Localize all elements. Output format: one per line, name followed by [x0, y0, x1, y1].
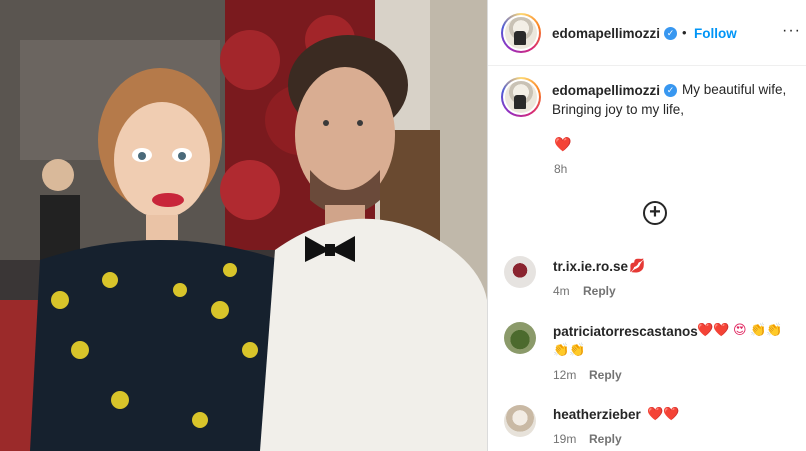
- reply-button[interactable]: Reply: [583, 284, 616, 298]
- comment-time: 4m: [553, 284, 570, 298]
- comment-text-continued: 👏👏: [553, 342, 586, 357]
- avatar-image: [505, 17, 537, 49]
- post-header: edomapellimozzi ✓ • Follow ···: [488, 0, 806, 66]
- caption-username[interactable]: edomapellimozzi: [552, 83, 660, 98]
- caption-line-2: Bringing joy to my life,: [552, 102, 685, 117]
- reply-button[interactable]: Reply: [589, 432, 622, 446]
- comment-time: 12m: [553, 368, 577, 382]
- comment-username[interactable]: heatherzieber: [553, 407, 641, 422]
- comment-username[interactable]: tr.ix.ie.ro.se: [553, 259, 628, 274]
- caption-heart-emoji: ❤️: [554, 136, 572, 152]
- author-username[interactable]: edomapellimozzi: [552, 26, 660, 41]
- commenter-avatar[interactable]: [504, 256, 536, 288]
- caption-timestamp: 8h: [554, 162, 568, 176]
- verified-badge-icon: ✓: [664, 27, 677, 40]
- couple-photo-illustration: [0, 0, 487, 451]
- follow-button[interactable]: Follow: [694, 26, 737, 41]
- more-options-icon[interactable]: ···: [782, 22, 801, 40]
- comment-text: ❤️❤️ 😍 👏👏: [697, 322, 783, 337]
- comment-username[interactable]: patriciatorrescastanos: [553, 324, 698, 339]
- avatar-image: [505, 81, 537, 113]
- reply-button[interactable]: Reply: [589, 368, 622, 382]
- comment-time: 19m: [553, 432, 577, 446]
- commenter-avatar[interactable]: [504, 405, 536, 437]
- separator-dot: •: [682, 25, 687, 40]
- comment-text: ❤️❤️: [647, 406, 680, 421]
- verified-badge-icon: ✓: [664, 84, 677, 97]
- commenter-avatar[interactable]: [504, 322, 536, 354]
- caption-line-1: My beautiful wife,: [682, 82, 787, 97]
- comment-text: 💋: [629, 258, 646, 273]
- load-more-comments-icon[interactable]: +: [643, 201, 667, 225]
- author-avatar[interactable]: [501, 13, 541, 53]
- post-photo: [0, 0, 487, 451]
- post-side-panel: edomapellimozzi ✓ • Follow ··· edomapell…: [487, 0, 806, 451]
- caption-author-avatar[interactable]: [501, 77, 541, 117]
